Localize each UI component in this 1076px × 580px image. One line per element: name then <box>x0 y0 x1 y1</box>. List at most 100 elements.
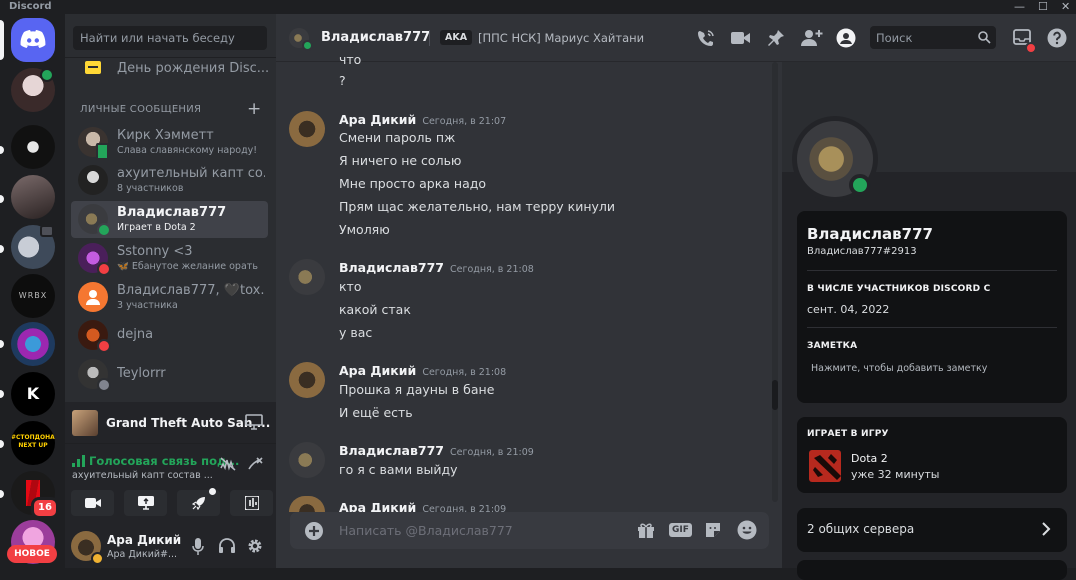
server-stopdonat[interactable]: #СТОПДОНАТ NEXT UP <box>11 421 55 465</box>
activity-panel: Grand Theft Auto San ... <box>65 402 276 444</box>
add-friends-to-dm-icon[interactable] <box>801 28 823 48</box>
dm-status: Слава славянскому народу! <box>117 145 258 156</box>
message-scrollbar-thumb[interactable] <box>772 380 778 410</box>
gif-button[interactable]: GIF <box>669 523 692 537</box>
message-scrollbar-track[interactable] <box>772 62 778 502</box>
author-name[interactable]: Ара Дикий <box>339 363 416 378</box>
dnd-status-icon <box>97 262 111 276</box>
dm-activity: Играет в Dota 2 <box>117 222 196 233</box>
plus-icon <box>309 526 319 536</box>
message-timestamp: Сегодня, в 21:08 <box>449 264 534 275</box>
gift-icon[interactable] <box>637 521 655 539</box>
disconnect-icon[interactable] <box>246 456 264 472</box>
microphone-icon[interactable] <box>192 538 204 556</box>
message-avatar[interactable] <box>289 362 325 398</box>
sticker-icon[interactable] <box>704 521 722 539</box>
help-icon[interactable] <box>1047 28 1067 48</box>
video-call-icon[interactable] <box>731 30 751 46</box>
dm-member-count: 8 участников <box>117 183 184 194</box>
message-input[interactable]: Написать @Владислав777 <box>339 523 513 538</box>
author-name[interactable]: Ара Дикий <box>339 112 416 127</box>
message-author[interactable]: Владислав777 Сегодня, в 21:09 <box>339 443 534 458</box>
create-dm-button[interactable]: + <box>247 99 261 119</box>
idle-status-icon <box>91 552 104 565</box>
dm-item-dejna[interactable]: dejna <box>71 317 268 354</box>
screen-share-icon <box>40 225 54 237</box>
emoji-icon[interactable] <box>737 520 757 540</box>
voice-call-icon[interactable] <box>696 28 716 48</box>
message-author[interactable]: Ара Дикий Сегодня, в 21:08 <box>339 363 506 378</box>
discord-logo-icon <box>20 30 46 48</box>
username: Ара Дикий <box>107 533 182 547</box>
pinned-messages-icon[interactable] <box>767 29 785 47</box>
offline-status-icon <box>97 378 111 392</box>
new-activity-dot <box>209 488 216 495</box>
author-name[interactable]: Ара Дикий <box>339 500 416 512</box>
message-text: кто <box>339 279 362 294</box>
message-text: И ещё есть <box>339 405 413 420</box>
user-profile-icon[interactable] <box>836 28 856 48</box>
message-author[interactable]: Владислав777 Сегодня, в 21:08 <box>339 260 534 275</box>
voice-channel[interactable]: ахуительный капт состав ... <box>72 470 213 481</box>
message-composer: Написать @Владислав777 GIF <box>290 512 769 549</box>
message-text: Прошка я дауны в бане <box>339 382 495 397</box>
attach-button[interactable] <box>305 522 323 540</box>
dm-custom-status: 🦋 Ебанутое желание орать <box>117 261 258 272</box>
selected-indicator <box>0 20 4 60</box>
aka-value: [ППС НСК] Мариус Хайтани <box>478 31 645 45</box>
member-since-date: сент. 04, 2022 <box>807 303 890 316</box>
message-text: Смени пароль пж <box>339 130 456 145</box>
camera-button[interactable] <box>71 490 114 516</box>
server-avatar-3[interactable] <box>11 175 55 219</box>
soundboard-button[interactable] <box>230 490 273 516</box>
dm-name: Владислав777, 🖤tox... <box>117 283 265 298</box>
dm-name: Кирк Хэмметт <box>117 128 214 143</box>
notification-badge: 16 <box>31 497 59 519</box>
message-avatar[interactable] <box>289 442 325 478</box>
stream-game-icon[interactable] <box>245 414 263 430</box>
dm-item-group-tox[interactable]: Владислав777, 🖤tox... 3 участника <box>71 279 268 316</box>
group-icon <box>78 282 108 312</box>
author-name[interactable]: Владислав777 <box>339 260 444 275</box>
server-k[interactable]: K <box>11 372 55 416</box>
screen-share-button[interactable] <box>124 490 167 516</box>
settings-gear-icon[interactable] <box>247 538 263 554</box>
header-search-input[interactable]: Поиск <box>870 26 996 49</box>
server-avatar-2[interactable] <box>11 125 55 169</box>
server-avatar-6[interactable] <box>11 322 55 366</box>
voice-status[interactable]: Голосовая связь под... <box>89 454 239 468</box>
note-input[interactable]: Нажмите, чтобы добавить заметку <box>811 363 987 374</box>
message-text: Прям щас желательно, нам терру кинули <box>339 199 616 214</box>
mutual-servers-button[interactable]: 2 общих сервера <box>797 508 1067 552</box>
mutual-friends-button[interactable] <box>797 560 1067 580</box>
dm-item-kirk[interactable]: Кирк Хэмметт Слава славянскому народу! <box>71 124 268 161</box>
rocket-icon <box>191 497 205 511</box>
dm-search-input[interactable]: Найти или начать беседу <box>73 26 267 50</box>
message-author[interactable]: Ара Дикий Сегодня, в 21:09 <box>339 500 506 512</box>
soundboard-icon <box>243 495 260 511</box>
message-author[interactable]: Ара Дикий Сегодня, в 21:07 <box>339 112 506 127</box>
message-avatar[interactable] <box>289 259 325 295</box>
minimize-button[interactable]: — <box>1014 0 1025 14</box>
headphones-icon[interactable] <box>218 538 236 554</box>
noise-suppression-icon[interactable] <box>219 456 237 472</box>
dm-item-group-kapt[interactable]: ахуительный капт со... 8 участников <box>71 162 268 199</box>
dm-item-vladislav[interactable]: Владислав777 Играет в Dota 2 <box>71 201 268 238</box>
close-window-button[interactable]: ✕ <box>1061 0 1070 14</box>
server-wrbx[interactable]: WRBX <box>11 274 55 318</box>
dm-item-sstonny[interactable]: Sstonny <3 🦋 Ебанутое желание орать <box>71 240 268 277</box>
screen-share-icon <box>137 496 154 510</box>
home-button[interactable] <box>11 18 55 62</box>
header-divider <box>429 30 430 46</box>
profile-tag: Владислав777#2913 <box>807 246 917 257</box>
mobile-status-icon <box>96 143 109 160</box>
birthday-nav-item[interactable]: День рождения Disc... <box>71 58 269 80</box>
message-avatar[interactable] <box>289 111 325 147</box>
message-text: ? <box>339 73 346 88</box>
message-text: Мне просто арка надо <box>339 176 487 191</box>
dm-name: Teylorrr <box>117 366 166 381</box>
author-name[interactable]: Владислав777 <box>339 443 444 458</box>
aka-badge: AKA <box>440 30 473 45</box>
dm-item-teylorrr[interactable]: Teylorrr <box>71 356 268 393</box>
maximize-button[interactable]: ☐ <box>1038 0 1048 14</box>
